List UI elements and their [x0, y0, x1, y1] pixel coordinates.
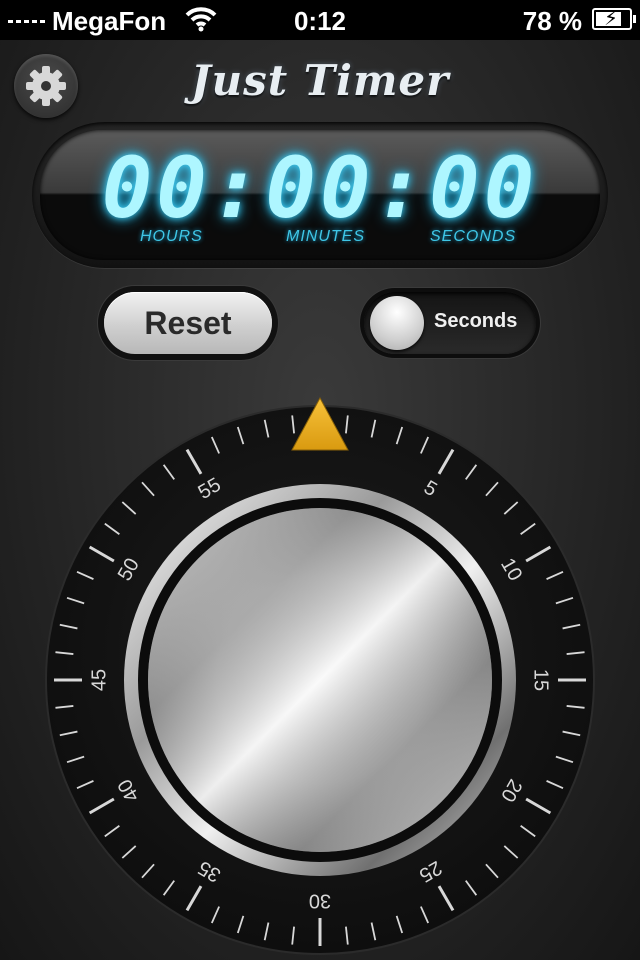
dial-number: 15 [530, 669, 552, 691]
hours-label: HOURS [140, 228, 203, 245]
minutes-label: MINUTES [286, 228, 365, 245]
knob-sheen [148, 508, 492, 852]
toggle-label: Seconds [434, 310, 518, 332]
app-title: Just Timer [190, 56, 450, 105]
seconds-mode-toggle[interactable]: Seconds [364, 292, 536, 354]
reset-button[interactable]: Reset [104, 292, 272, 354]
toggle-knob[interactable] [370, 296, 424, 350]
dial-number: 30 [309, 890, 331, 912]
dial-area[interactable]: 510152025303540455055 [0, 370, 640, 960]
status-bar: MegaFon 0:12 78 % ⚡ [0, 0, 640, 40]
charging-bolt-icon: ⚡ [604, 8, 619, 30]
time-display: 00:00:00 [101, 139, 539, 237]
battery-percentage: 78 % [522, 6, 582, 36]
dial-number: 45 [88, 669, 110, 691]
timer-app: Just Timer 00:00:00 HOURS MINUTES SECOND… [0, 40, 640, 960]
battery-icon: ⚡ [592, 8, 636, 30]
seconds-label: SECONDS [430, 228, 517, 245]
